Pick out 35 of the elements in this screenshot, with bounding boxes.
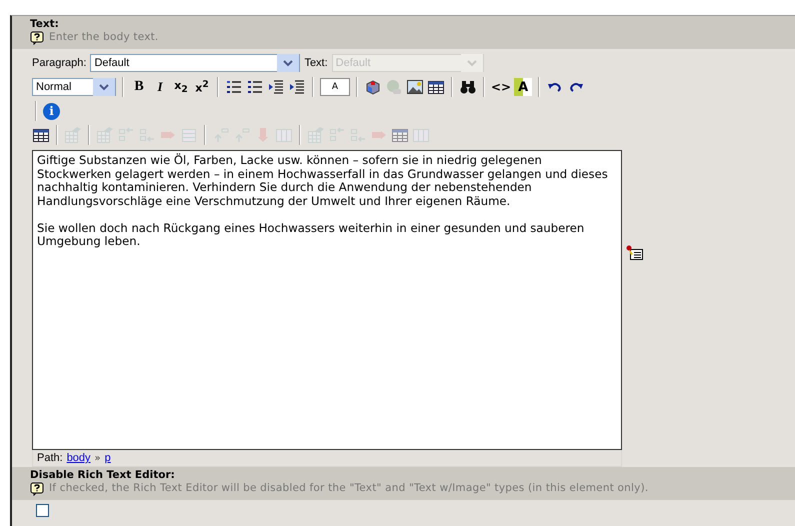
font-color-button[interactable]: A [320, 78, 350, 96]
paragraph-label: Paragraph: [32, 57, 86, 69]
italic-button[interactable]: I [151, 78, 169, 96]
disable-editor-checkbox[interactable] [36, 504, 49, 517]
subscript-button[interactable]: x$_{2}$ [172, 78, 190, 96]
path-separator: » [94, 452, 101, 464]
body-paragraph: Sie wollen doch nach Rückgang eines Hochwassers weiterhin in einer gesunden und sauberen Umgebung leben. [37, 222, 586, 248]
indent-icon[interactable] [288, 78, 306, 96]
help-icon [30, 31, 44, 45]
help-text: If checked, the Rich Text Editor will be disabled for the "Text" and "Text w/Image" types (in this element only). [49, 482, 648, 495]
path-link[interactable]: p [104, 452, 111, 464]
text-style-label: Text: [304, 57, 328, 69]
bold-button[interactable]: B [130, 78, 148, 96]
ordered-list-icon[interactable] [225, 78, 243, 96]
paragraph-dropdown[interactable]: Default [90, 54, 300, 72]
source-button[interactable]: <> [491, 78, 512, 96]
info-button[interactable]: i [43, 102, 60, 120]
path-link[interactable]: body [66, 452, 91, 464]
cube-icon[interactable] [364, 78, 382, 96]
body-paragraph: Giftige Substanzen wie Öl, Farben, Lacke usw. können – sofern sie in niedrig gelegenen Stockwerken gelagert werden – in einem Hochwasserfall in das Grundwasser gelangen und dieses nachhaltig kontaminieren. Verhindern Sie durch die Anwendung der nebenstehenden Handlungsvorschläge eine Verschmutzung der Umwelt und Ihrer eigenen Räume. [37, 154, 609, 208]
rich-text-editor[interactable] [32, 150, 622, 450]
format-dropdown[interactable]: Normal [32, 78, 116, 96]
table-icon[interactable] [427, 78, 445, 96]
bullet-list-icon[interactable] [246, 78, 264, 96]
path-label: Path: [37, 452, 63, 464]
help-text: Enter the body text. [49, 31, 158, 44]
properties-icon[interactable] [626, 245, 644, 261]
grid-icon[interactable] [32, 126, 50, 144]
field-label: Text: [30, 18, 60, 30]
superscript-button[interactable]: x$^{2}$ [193, 78, 211, 96]
spellcheck-button[interactable]: A [514, 78, 532, 96]
binoculars-icon[interactable] [459, 78, 477, 96]
help-icon [30, 482, 44, 496]
field-label: Disable Rich Text Editor: [30, 469, 176, 481]
image-icon[interactable] [406, 78, 424, 96]
